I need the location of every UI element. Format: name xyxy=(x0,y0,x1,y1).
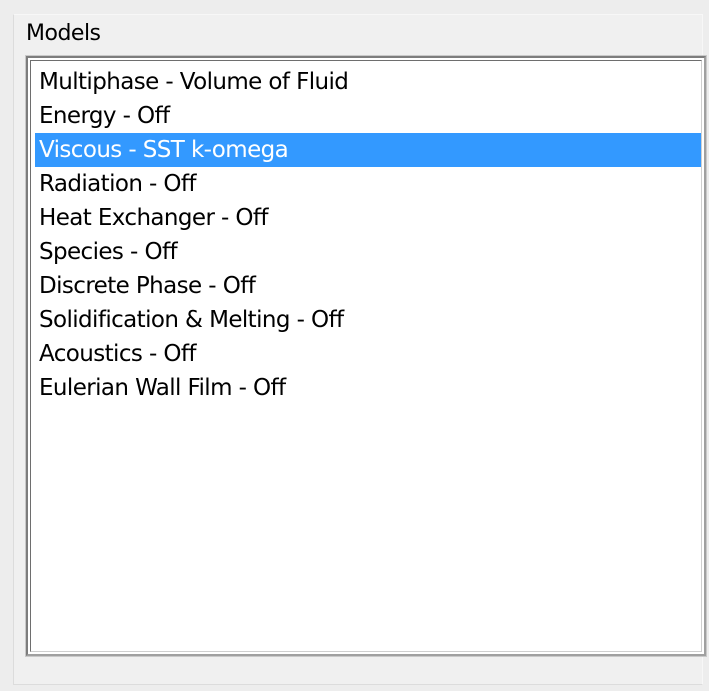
models-list-item-viscous[interactable]: Viscous - SST k-omega xyxy=(35,133,701,167)
models-listbox[interactable]: Multiphase - Volume of Fluid Energy - Of… xyxy=(25,55,707,657)
models-group-title: Models xyxy=(26,21,101,46)
models-list-item-heat-exchanger[interactable]: Heat Exchanger - Off xyxy=(35,201,701,235)
models-list: Multiphase - Volume of Fluid Energy - Of… xyxy=(35,65,701,405)
models-list-item-species[interactable]: Species - Off xyxy=(35,235,701,269)
models-list-item-radiation[interactable]: Radiation - Off xyxy=(35,167,701,201)
models-listbox-viewport: Multiphase - Volume of Fluid Energy - Of… xyxy=(30,60,702,652)
models-list-item-acoustics[interactable]: Acoustics - Off xyxy=(35,337,701,371)
models-list-item-solidification-melting[interactable]: Solidification & Melting - Off xyxy=(35,303,701,337)
models-list-item-discrete-phase[interactable]: Discrete Phase - Off xyxy=(35,269,701,303)
models-list-item-eulerian-wall-film[interactable]: Eulerian Wall Film - Off xyxy=(35,371,701,405)
models-list-item-multiphase[interactable]: Multiphase - Volume of Fluid xyxy=(35,65,701,99)
models-list-item-energy[interactable]: Energy - Off xyxy=(35,99,701,133)
